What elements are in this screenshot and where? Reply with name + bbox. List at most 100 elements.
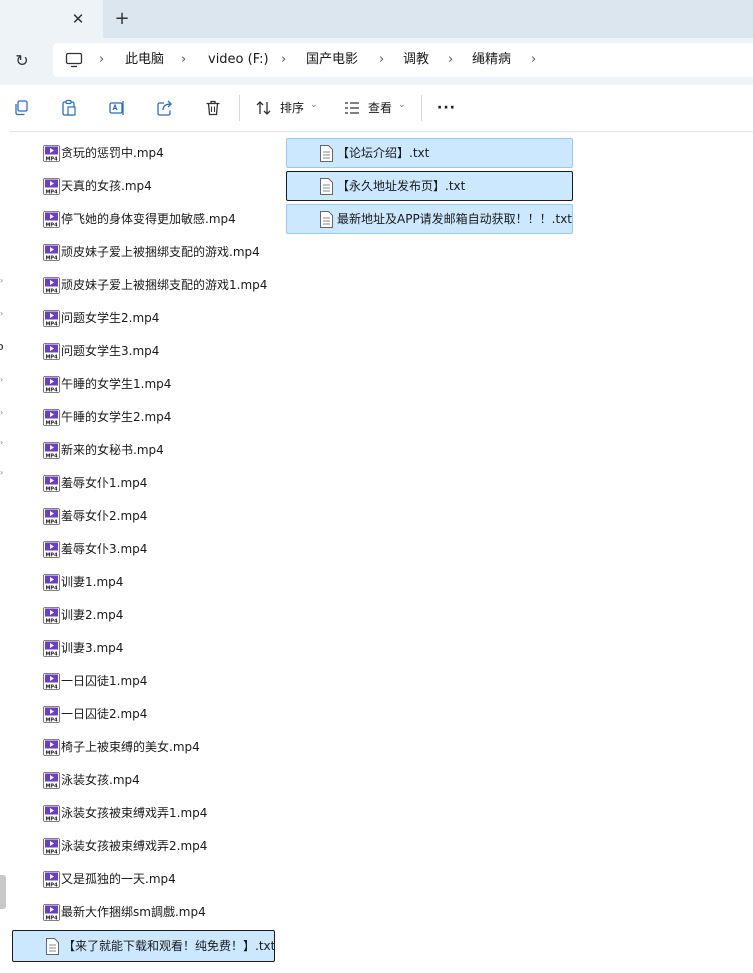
list-item[interactable]: MP4 羞辱女仆3.mp4 — [43, 533, 283, 566]
breadcrumb-this-pc[interactable]: 此电脑 — [125, 43, 164, 77]
list-item[interactable]: MP4 顽皮妹子爱上被捆绑支配的游戏.mp4 — [43, 236, 283, 269]
list-item[interactable]: MP4 午睡的女学生2.mp4 — [43, 401, 283, 434]
file-name: 泳装女孩.mp4 — [61, 773, 140, 787]
list-item[interactable]: MP4 顽皮妹子爱上被捆绑支配的游戏1.mp4 — [43, 269, 283, 302]
mp4-file-icon: MP4 — [43, 838, 60, 855]
mp4-file-icon: MP4 — [43, 607, 60, 624]
svg-text:MP4: MP4 — [45, 816, 58, 822]
text-file-icon — [320, 211, 333, 228]
more-icon[interactable]: ··· — [437, 99, 456, 117]
svg-text:MP4: MP4 — [45, 651, 58, 657]
svg-text:MP4: MP4 — [45, 453, 58, 459]
copy-icon[interactable] — [10, 97, 32, 119]
list-item[interactable]: MP4 训妻2.mp4 — [43, 599, 283, 632]
svg-text:MP4: MP4 — [45, 189, 58, 195]
active-tab[interactable]: ✕ — [0, 0, 103, 38]
list-item[interactable]: MP4 训妻3.mp4 — [43, 632, 283, 665]
list-item[interactable]: MP4 泳装女孩.mp4 — [43, 764, 283, 797]
expand-chevron-icon[interactable]: › — [0, 342, 6, 352]
address-bar[interactable]: › 此电脑 › video (F:) › 国产电影 › 调教 › 绳精病 › — [53, 43, 753, 77]
list-item[interactable]: MP4 天真的女孩.mp4 — [43, 170, 283, 203]
svg-text:MP4: MP4 — [45, 750, 58, 756]
list-item[interactable]: MP4 贪玩的惩罚中.mp4 — [43, 137, 283, 170]
file-name: 训妻3.mp4 — [61, 641, 124, 655]
file-name: 顽皮妹子爱上被捆绑支配的游戏.mp4 — [61, 245, 260, 259]
svg-text:MP4: MP4 — [45, 849, 58, 855]
list-item[interactable]: MP4 羞辱女仆1.mp4 — [43, 467, 283, 500]
close-tab-icon[interactable]: ✕ — [70, 11, 86, 27]
list-item[interactable]: MP4 泳装女孩被束缚戏弄2.mp4 — [43, 830, 283, 863]
sort-icon[interactable] — [253, 97, 275, 119]
mp4-file-icon: MP4 — [43, 706, 60, 723]
svg-text:MP4: MP4 — [45, 288, 58, 294]
expand-chevron-icon[interactable]: › — [0, 438, 6, 448]
mp4-file-icon: MP4 — [43, 376, 60, 393]
view-button[interactable]: 查看 — [368, 99, 392, 117]
expand-chevron-icon[interactable]: › — [0, 408, 6, 418]
list-item[interactable]: MP4 问题女学生2.mp4 — [43, 302, 283, 335]
list-item[interactable]: MP4 问题女学生3.mp4 — [43, 335, 283, 368]
breadcrumb-separator[interactable]: › — [281, 43, 286, 77]
list-item[interactable]: MP4 一日囚徒1.mp4 — [43, 665, 283, 698]
sort-button[interactable]: 排序 — [280, 99, 304, 117]
breadcrumb-separator[interactable]: › — [448, 43, 453, 77]
breadcrumb-folder-2[interactable]: 调教 — [403, 43, 429, 77]
file-name: 最新地址及APP请发邮箱自动获取！！！.txt — [337, 212, 573, 226]
list-item[interactable]: MP4 午睡的女学生1.mp4 — [43, 368, 283, 401]
list-item[interactable]: MP4 最新大作捆绑sm調戲.mp4 — [43, 896, 283, 929]
list-item[interactable]: 【来了就能下载和观看！纯免费！】.txt — [12, 930, 275, 962]
file-name: 贪玩的惩罚中.mp4 — [61, 146, 164, 160]
file-name: 【论坛介绍】.txt — [337, 146, 430, 160]
share-icon[interactable] — [154, 97, 176, 119]
list-item[interactable]: 【论坛介绍】.txt — [286, 138, 573, 168]
mp4-file-icon: MP4 — [43, 739, 60, 756]
refresh-icon[interactable]: ↻ — [12, 51, 32, 71]
file-name: 羞辱女仆3.mp4 — [61, 542, 148, 556]
list-item[interactable]: MP4 停飞她的身体变得更加敏感.mp4 — [43, 203, 283, 236]
chevron-down-icon[interactable]: ⌄ — [398, 100, 406, 110]
breadcrumb-current[interactable]: 绳精病 — [472, 43, 511, 77]
svg-text:MP4: MP4 — [45, 387, 58, 393]
chevron-down-icon[interactable]: ⌄ — [310, 100, 318, 110]
rename-icon[interactable] — [106, 97, 128, 119]
breadcrumb-folder-1[interactable]: 国产电影 — [306, 43, 358, 77]
list-item[interactable]: MP4 泳装女孩被束缚戏弄1.mp4 — [43, 797, 283, 830]
list-item[interactable]: MP4 新来的女秘书.mp4 — [43, 434, 283, 467]
svg-text:MP4: MP4 — [45, 321, 58, 327]
list-item[interactable]: 最新地址及APP请发邮箱自动获取！！！.txt — [286, 204, 573, 234]
file-name: 午睡的女学生1.mp4 — [61, 377, 172, 391]
computer-icon[interactable] — [65, 52, 83, 68]
file-name: 问题女学生3.mp4 — [61, 344, 160, 358]
breadcrumb-separator[interactable]: › — [531, 43, 536, 77]
list-item[interactable]: MP4 又是孤独的一天.mp4 — [43, 863, 283, 896]
list-item[interactable]: MP4 椅子上被束缚的美女.mp4 — [43, 731, 283, 764]
expand-chevron-icon[interactable]: › — [0, 276, 6, 286]
file-name: 一日囚徒1.mp4 — [61, 674, 148, 688]
breadcrumb-separator[interactable]: › — [99, 43, 104, 77]
list-item[interactable]: 【永久地址发布页】.txt — [286, 171, 573, 201]
breadcrumb-separator[interactable]: › — [379, 43, 384, 77]
delete-icon[interactable] — [202, 97, 224, 119]
mp4-file-icon: MP4 — [43, 244, 60, 261]
expand-chevron-icon[interactable]: › — [0, 468, 6, 478]
file-name: 泳装女孩被束缚戏弄2.mp4 — [61, 839, 208, 853]
file-name: 天真的女孩.mp4 — [61, 179, 152, 193]
text-file-icon — [320, 145, 333, 162]
file-name: 又是孤独的一天.mp4 — [61, 872, 176, 886]
list-item[interactable]: MP4 一日囚徒2.mp4 — [43, 698, 283, 731]
view-icon[interactable] — [341, 97, 363, 119]
mp4-file-icon: MP4 — [43, 508, 60, 525]
mp4-file-icon: MP4 — [43, 475, 60, 492]
paste-icon[interactable] — [58, 97, 80, 119]
expand-chevron-icon[interactable]: › — [0, 309, 6, 319]
breadcrumb-drive[interactable]: video (F:) — [208, 43, 269, 77]
expand-chevron-icon[interactable]: › — [0, 375, 6, 385]
nav-pane-scrollbar[interactable] — [0, 875, 6, 909]
file-name: 泳装女孩被束缚戏弄1.mp4 — [61, 806, 208, 820]
breadcrumb-separator[interactable]: › — [181, 43, 186, 77]
new-tab-icon[interactable]: + — [113, 10, 131, 28]
mp4-file-icon: MP4 — [43, 871, 60, 888]
list-item[interactable]: MP4 羞辱女仆2.mp4 — [43, 500, 283, 533]
list-item[interactable]: MP4 训妻1.mp4 — [43, 566, 283, 599]
mp4-file-icon: MP4 — [43, 310, 60, 327]
